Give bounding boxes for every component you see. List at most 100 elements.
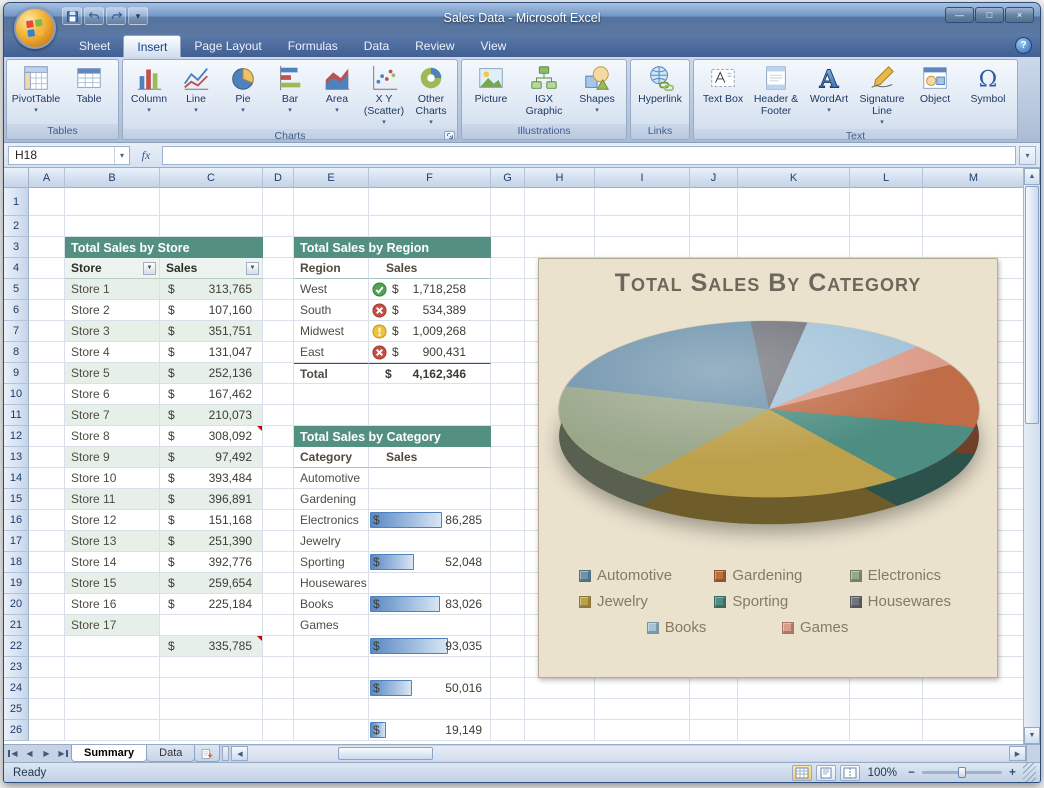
cell-l26[interactable] — [850, 720, 923, 741]
cell-j2[interactable] — [690, 216, 738, 237]
store-name-cell[interactable]: Store 10 — [65, 468, 160, 489]
cell-d10[interactable] — [263, 384, 294, 405]
wordart-button[interactable]: AWordArt▾ — [803, 62, 855, 115]
cell-b22[interactable] — [65, 636, 160, 657]
cell-d23[interactable] — [263, 657, 294, 678]
category-pie-chart[interactable]: Total Sales By CategoryAutomotiveGardeni… — [538, 258, 998, 678]
column-header-k[interactable]: K — [738, 168, 850, 188]
ribbon-tab-view[interactable]: View — [468, 35, 520, 57]
category-name-cell[interactable]: Jewelry — [294, 531, 369, 552]
row-header-23[interactable]: 23 — [4, 657, 29, 678]
cell-b24[interactable] — [65, 678, 160, 699]
name-box-dropdown-icon[interactable]: ▾ — [114, 147, 129, 164]
last-sheet-button[interactable]: ▶ — [55, 745, 72, 762]
cell-b23[interactable] — [65, 657, 160, 678]
region-column-header-region[interactable]: Region — [294, 258, 369, 279]
row-header-17[interactable]: 17 — [4, 531, 29, 552]
cell-k25[interactable] — [738, 699, 850, 720]
cell-d1[interactable] — [263, 188, 294, 216]
expand-formula-bar-button[interactable]: ▾ — [1019, 146, 1036, 165]
vertical-scroll-track[interactable] — [1024, 185, 1040, 727]
row-header-7[interactable]: 7 — [4, 321, 29, 342]
row-header-1[interactable]: 1 — [4, 188, 29, 216]
column-header-e[interactable]: E — [294, 168, 369, 188]
cell-a5[interactable] — [29, 279, 65, 300]
row-header-26[interactable]: 26 — [4, 720, 29, 741]
cell-h2[interactable] — [525, 216, 595, 237]
category-name-cell[interactable]: Sporting — [294, 552, 369, 573]
zoom-in-button[interactable]: + — [1006, 767, 1019, 779]
cell-e1[interactable] — [294, 188, 369, 216]
cell-g16[interactable] — [491, 510, 525, 531]
picture-button[interactable]: Picture — [465, 62, 517, 107]
name-box[interactable]: H18 ▾ — [8, 146, 130, 165]
cell-g21[interactable] — [491, 615, 525, 636]
store-name-cell[interactable]: Store 17 — [65, 615, 160, 636]
cell-a2[interactable] — [29, 216, 65, 237]
cell-d15[interactable] — [263, 489, 294, 510]
cell-c21[interactable] — [160, 615, 263, 636]
row-header-5[interactable]: 5 — [4, 279, 29, 300]
cell-g22[interactable] — [491, 636, 525, 657]
header-footer-button[interactable]: Header & Footer — [750, 62, 802, 119]
cell-e24[interactable] — [294, 678, 369, 699]
cell-b1[interactable] — [65, 188, 160, 216]
cell-g26[interactable] — [491, 720, 525, 741]
region-sales-cell[interactable]: $900,431 — [369, 342, 491, 363]
cell-a11[interactable] — [29, 405, 65, 426]
cell-d12[interactable] — [263, 426, 294, 447]
cell-a25[interactable] — [29, 699, 65, 720]
cell-d13[interactable] — [263, 447, 294, 468]
row-header-4[interactable]: 4 — [4, 258, 29, 279]
cell-d9[interactable] — [263, 363, 294, 384]
cell-a12[interactable] — [29, 426, 65, 447]
store-name-cell[interactable]: Store 12 — [65, 510, 160, 531]
horizontal-scroll-thumb[interactable] — [338, 747, 433, 760]
row-header-19[interactable]: 19 — [4, 573, 29, 594]
vertical-scrollbar[interactable]: ▲ ▼ — [1023, 168, 1040, 744]
cell-c24[interactable] — [160, 678, 263, 699]
redo-button[interactable] — [106, 7, 126, 25]
category-sales-cell[interactable]: $19,149 — [369, 720, 491, 741]
region-name-cell[interactable]: South — [294, 300, 369, 321]
scroll-down-button[interactable]: ▼ — [1024, 727, 1040, 744]
scroll-up-button[interactable]: ▲ — [1024, 168, 1040, 185]
normal-view-button[interactable] — [792, 765, 812, 781]
store-sales-cell[interactable]: $167,462 — [160, 384, 263, 405]
row-header-10[interactable]: 10 — [4, 384, 29, 405]
region-column-header-sales[interactable]: Sales — [369, 258, 491, 279]
store-sales-cell[interactable]: $251,390 — [160, 531, 263, 552]
cell-d3[interactable] — [263, 237, 294, 258]
store-sales-cell[interactable]: $313,765 — [160, 279, 263, 300]
category-column-header-category[interactable]: Category — [294, 447, 369, 468]
cell-d11[interactable] — [263, 405, 294, 426]
cell-a8[interactable] — [29, 342, 65, 363]
category-sales-cell[interactable]: $93,035 — [369, 636, 491, 657]
cell-j3[interactable] — [690, 237, 738, 258]
row-header-12[interactable]: 12 — [4, 426, 29, 447]
store-name-cell[interactable]: Store 15 — [65, 573, 160, 594]
category-sales-cell[interactable]: $86,285 — [369, 510, 491, 531]
cell-h24[interactable] — [525, 678, 595, 699]
store-filter-button[interactable]: ▼ — [143, 262, 156, 275]
cell-f17[interactable] — [369, 531, 491, 552]
cell-h3[interactable] — [525, 237, 595, 258]
store-name-cell[interactable]: Store 7 — [65, 405, 160, 426]
category-name-cell[interactable]: Books — [294, 594, 369, 615]
shapes-button[interactable]: Shapes▾ — [571, 62, 623, 115]
cell-i26[interactable] — [595, 720, 690, 741]
previous-sheet-button[interactable]: ◀ — [21, 745, 38, 762]
tab-split-handle[interactable] — [222, 746, 229, 761]
title-bar[interactable]: ▾ Sales Data - Microsoft Excel — □ × — [4, 3, 1040, 33]
sheet-tab-data[interactable]: Data — [146, 745, 195, 762]
column-header-h[interactable]: H — [525, 168, 595, 188]
cell-l1[interactable] — [850, 188, 923, 216]
select-all-corner[interactable] — [4, 168, 29, 188]
cell-g1[interactable] — [491, 188, 525, 216]
cell-d8[interactable] — [263, 342, 294, 363]
cell-g20[interactable] — [491, 594, 525, 615]
first-sheet-button[interactable]: ◀ — [4, 745, 21, 762]
cell-f19[interactable] — [369, 573, 491, 594]
row-header-18[interactable]: 18 — [4, 552, 29, 573]
cell-d14[interactable] — [263, 468, 294, 489]
